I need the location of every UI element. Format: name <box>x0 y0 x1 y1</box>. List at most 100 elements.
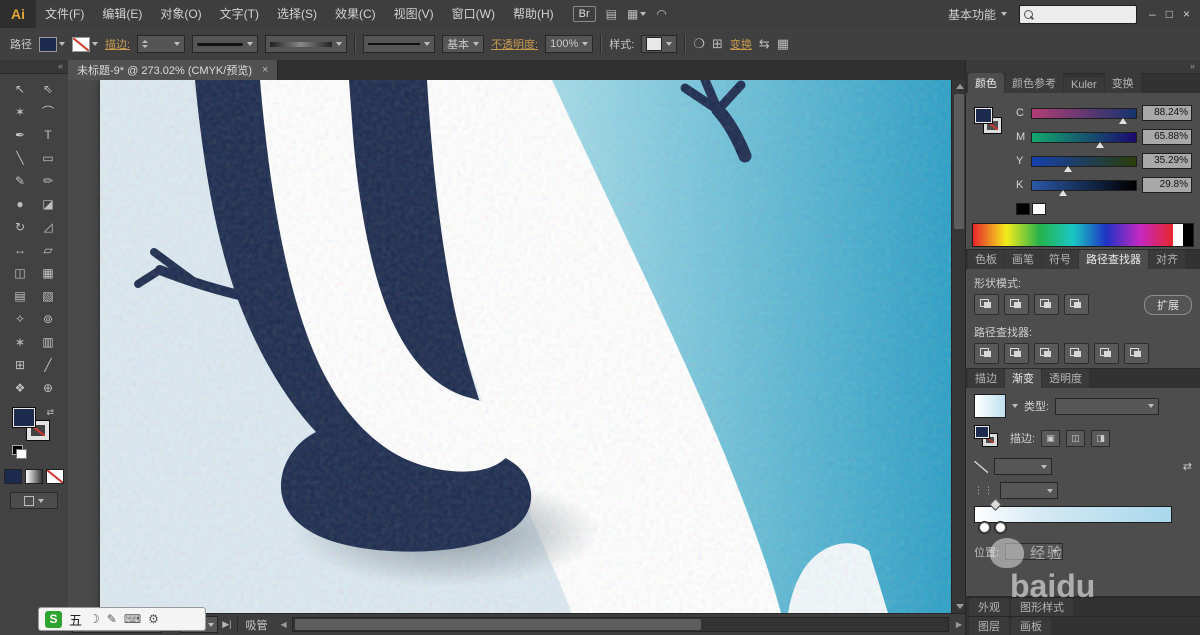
panel-tab[interactable]: 颜色参考 <box>1005 73 1063 93</box>
fill-swatch[interactable] <box>12 407 36 428</box>
panel-tab[interactable]: 变换 <box>1104 73 1141 93</box>
pathfinder-button[interactable] <box>1094 343 1119 364</box>
collapse-panels-bar[interactable]: » <box>966 60 1200 74</box>
collapse-tools-bar[interactable]: « <box>0 60 68 74</box>
menu-item[interactable]: 视图(V) <box>385 0 443 28</box>
gradient-stop[interactable] <box>979 522 990 533</box>
location-input[interactable] <box>1005 543 1064 560</box>
tool-button[interactable]: ✎ <box>6 169 34 192</box>
slider-thumb[interactable] <box>1119 117 1128 124</box>
shape-mode-button[interactable] <box>1004 294 1029 315</box>
scroll-left-arrow[interactable]: ◀ <box>281 620 287 629</box>
channel-value[interactable]: 88.24% <box>1141 105 1192 121</box>
ime-logo[interactable]: S <box>45 610 62 628</box>
window-restore-button[interactable]: □ <box>1166 7 1173 21</box>
panel-tab[interactable]: 符号 <box>1042 249 1078 269</box>
channel-slider[interactable] <box>1030 107 1137 124</box>
tool-button[interactable]: ⇖ <box>34 77 62 100</box>
draw-mode-dropdown[interactable] <box>10 492 58 509</box>
ime-wrench-icon[interactable]: ⚙ <box>148 612 159 626</box>
pathfinder-button[interactable] <box>1004 343 1029 364</box>
ime-pen-icon[interactable]: ✎ <box>107 612 117 626</box>
panel-tab[interactable]: 画板 <box>1011 617 1051 635</box>
tool-button[interactable]: ▥ <box>34 330 62 353</box>
channel-value[interactable]: 65.88% <box>1141 129 1192 145</box>
align-icon[interactable]: ⊞ <box>712 36 723 52</box>
tool-button[interactable]: ▭ <box>34 146 62 169</box>
fill-color-dropdown[interactable] <box>39 36 65 52</box>
tool-button[interactable]: ✶ <box>6 100 34 123</box>
gradient-slider[interactable] <box>974 498 1172 533</box>
tool-button[interactable]: T <box>34 123 62 146</box>
expand-button[interactable]: 扩展 <box>1144 294 1192 315</box>
scroll-right-arrow[interactable]: ▶ <box>956 620 962 629</box>
search-box[interactable] <box>1019 4 1138 24</box>
black-swatch[interactable] <box>1016 203 1030 215</box>
pathfinder-button[interactable] <box>974 343 999 364</box>
vertical-scrollbar[interactable] <box>951 80 966 613</box>
tab-close-icon[interactable]: × <box>262 64 268 76</box>
default-colors-icon[interactable] <box>12 445 27 459</box>
appearance-basic-dropdown[interactable]: 基本 <box>442 35 485 53</box>
panel-tab[interactable]: 描边 <box>968 368 1004 388</box>
horizontal-scrollbar[interactable] <box>291 617 949 632</box>
workspace-switcher[interactable]: 基本功能 <box>948 6 1008 23</box>
stroke-across-icon[interactable]: ◨ <box>1091 429 1111 447</box>
app-logo[interactable]: Ai <box>0 0 36 28</box>
reverse-gradient-icon[interactable]: ⇄ <box>1183 460 1192 473</box>
stroke-color-swatch[interactable] <box>72 36 90 52</box>
spectrum-gradient[interactable] <box>973 224 1173 246</box>
horizontal-scroll-thumb[interactable] <box>294 619 701 630</box>
bridge-button[interactable]: Br <box>572 6 596 22</box>
menu-item[interactable]: 编辑(E) <box>93 0 151 28</box>
channel-slider[interactable] <box>1030 179 1137 196</box>
canvas-viewport[interactable] <box>68 80 952 613</box>
channel-value[interactable]: 29.8% <box>1141 177 1192 193</box>
gradient-stop[interactable] <box>995 522 1006 533</box>
menu-item[interactable]: 效果(C) <box>326 0 385 28</box>
menu-item[interactable]: 文件(F) <box>36 0 93 28</box>
panel-tab[interactable]: 外观 <box>969 598 1009 616</box>
brush-definition-dropdown[interactable] <box>192 35 259 53</box>
vertical-scroll-thumb[interactable] <box>954 94 964 229</box>
menu-item[interactable]: 选择(S) <box>268 0 326 28</box>
document-setup-icon[interactable]: ❍ <box>693 36 705 52</box>
tool-button[interactable]: ✏ <box>34 169 62 192</box>
tool-button[interactable]: ◿ <box>34 215 62 238</box>
tool-button[interactable]: ▤ <box>6 284 34 307</box>
channel-slider[interactable] <box>1030 131 1137 148</box>
ime-moon-icon[interactable]: ☽ <box>89 612 100 626</box>
stroke-color-dropdown[interactable] <box>72 36 98 52</box>
slider-thumb[interactable] <box>1096 141 1105 148</box>
width-profile-dropdown[interactable] <box>265 35 348 53</box>
white-swatch[interactable] <box>1032 203 1046 215</box>
tool-button[interactable]: ▧ <box>34 284 62 307</box>
tool-button[interactable]: ↻ <box>6 215 34 238</box>
style-dropdown[interactable] <box>641 35 678 53</box>
stroke-within-icon[interactable]: ▣ <box>1041 429 1061 447</box>
tool-button[interactable]: ● <box>6 192 34 215</box>
pathfinder-button[interactable] <box>1034 343 1059 364</box>
panel-tab[interactable]: 对齐 <box>1149 249 1185 269</box>
menu-item[interactable]: 文字(T) <box>211 0 268 28</box>
color-spectrum-bar[interactable] <box>972 223 1194 247</box>
panel-tab[interactable]: 画笔 <box>1005 249 1041 269</box>
channel-value[interactable]: 35.29% <box>1141 153 1192 169</box>
menu-item[interactable]: 对象(O) <box>151 0 210 28</box>
shape-mode-button[interactable] <box>1064 294 1089 315</box>
swap-icon[interactable]: ⇆ <box>759 36 770 52</box>
gradient-fill-swatch[interactable] <box>974 425 990 439</box>
panel-tab[interactable]: 路径查找器 <box>1079 249 1148 269</box>
tool-button[interactable]: ◪ <box>34 192 62 215</box>
gradient-midpoint[interactable] <box>989 498 1002 511</box>
scroll-up-arrow[interactable] <box>956 84 964 89</box>
cs-live-icon[interactable]: ◠ <box>656 7 666 21</box>
window-close-button[interactable]: × <box>1183 7 1190 21</box>
tool-button[interactable]: ⌒ <box>34 100 62 123</box>
pathfinder-button[interactable] <box>1124 343 1149 364</box>
gradient-thumbnail[interactable] <box>974 394 1006 418</box>
tool-button[interactable]: ⊞ <box>6 353 34 376</box>
gradient-mode-button[interactable] <box>25 469 43 484</box>
ime-keyboard-icon[interactable]: ⌨ <box>124 612 141 626</box>
panel-tab[interactable]: Kuler <box>1064 77 1104 93</box>
